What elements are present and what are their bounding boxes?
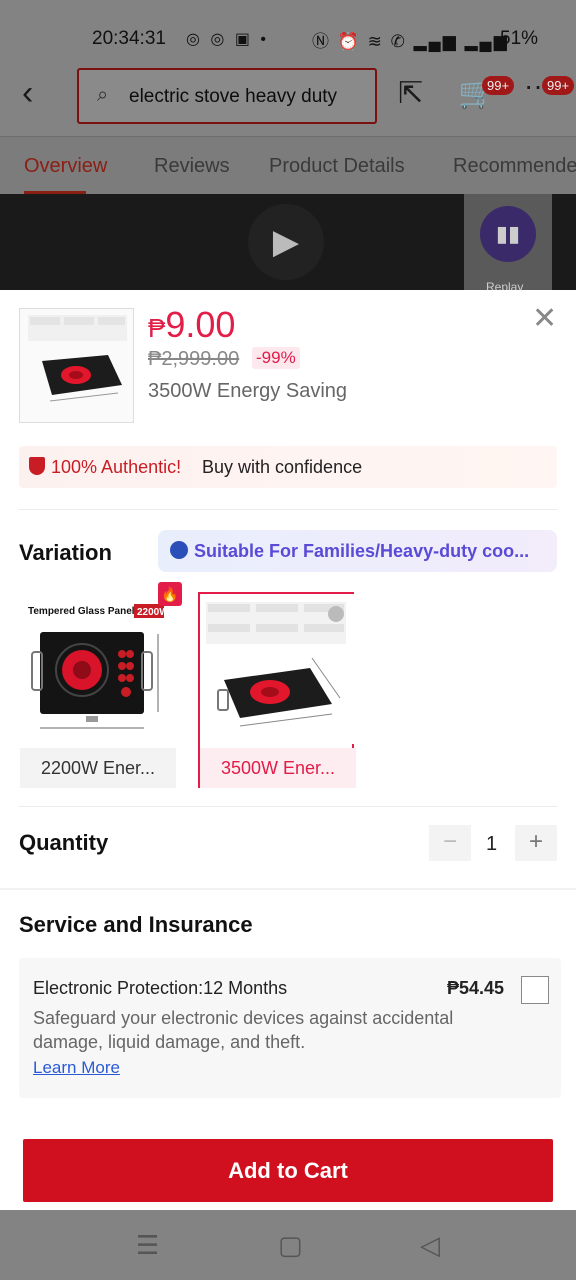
service-title: Service and Insurance (19, 912, 253, 937)
service-name: Electronic Protection:12 Months (33, 978, 288, 998)
service-option: Electronic Protection:12 Months ₱54.45 S… (19, 958, 561, 1098)
replay-panel[interactable]: ▮▮ Replay (464, 194, 552, 292)
currency-symbol: ₱ (148, 313, 166, 343)
tab-recommended[interactable]: Recommended (453, 155, 576, 178)
search-icon: ⌕ (97, 84, 109, 106)
variant-image-caption: Tempered Glass Panel (28, 606, 135, 617)
battery-level: 51% (500, 28, 539, 49)
price-value: 9.00 (165, 304, 236, 345)
fire-icon: 🔥 (158, 582, 182, 606)
search-query: electric stove heavy duty (129, 86, 338, 107)
quantity-value[interactable]: 1 (486, 833, 497, 856)
selected-variant-name: 3500W Energy Saving (148, 380, 348, 402)
divider (19, 806, 557, 807)
back-arrow-icon[interactable]: ‹ (22, 74, 33, 113)
variant-label: 2200W Ener... (20, 748, 176, 788)
product-thumbnail (19, 308, 134, 423)
learn-more-link[interactable]: Learn More (33, 1058, 120, 1078)
cooktop-image (28, 315, 127, 402)
suitable-text: Suitable For Families/Heavy-duty coo... (194, 541, 530, 561)
tab-overview[interactable]: Overview (24, 155, 107, 178)
current-price: ₱9.00 (148, 304, 235, 346)
share-icon[interactable]: ⇱ (398, 76, 423, 111)
discount-badge: -99% (252, 347, 300, 369)
menu-icon[interactable]: ☰ (136, 1230, 159, 1261)
variant-image: Tempered Glass Panel 2200W (20, 592, 176, 742)
service-checkbox[interactable] (521, 976, 549, 1004)
cooktop-image: Tempered Glass Panel 2200W (28, 604, 169, 729)
search-input[interactable]: ⌕ electric stove heavy duty (77, 68, 377, 124)
suitable-tag[interactable]: Suitable For Families/Heavy-duty coo... (158, 530, 557, 572)
product-video[interactable]: ▶ ▮▮ Replay (0, 194, 576, 292)
variant-option-2200w[interactable]: Tempered Glass Panel 2200W 2200W Ener... (20, 592, 176, 788)
quantity-increase-button[interactable]: + (515, 825, 557, 861)
variation-title: Variation (19, 540, 112, 565)
product-tabs: Overview Reviews Product Details Recomme… (0, 136, 576, 194)
close-icon[interactable]: ✕ (532, 304, 557, 334)
app-bar: ‹ ⌕ electric stove heavy duty ⇱ 🛒 99+ ··… (0, 62, 576, 136)
service-description: Safeguard your electronic devices agains… (33, 1008, 454, 1052)
quantity-label: Quantity (19, 830, 109, 855)
tab-reviews[interactable]: Reviews (154, 155, 230, 178)
back-triangle-icon[interactable]: ◁ (420, 1230, 440, 1261)
cart-badge: 99+ (482, 76, 515, 95)
tab-product-details[interactable]: Product Details (269, 155, 405, 178)
more-badge: 99+ (542, 76, 575, 95)
chart-bars-icon: ▮▮ (480, 206, 536, 262)
variant-option-3500w[interactable]: 3500W Ener... (198, 592, 356, 788)
quantity-decrease-button[interactable]: − (429, 825, 471, 861)
service-price: ₱54.45 (447, 978, 505, 998)
home-icon[interactable]: ▢ (278, 1230, 303, 1261)
notification-icons: ◎ ◎ ▣ • (186, 31, 269, 48)
authenticity-banner: 100% Authentic! Buy with confidence (19, 446, 557, 488)
variant-sheet: ₱9.00 ₱2,999.00 -99% 3500W Energy Saving… (0, 290, 576, 1210)
cooktop-image (206, 602, 346, 727)
variant-image (200, 594, 356, 744)
variant-label: 3500W Ener... (200, 748, 356, 788)
status-time: 20:34:31 (92, 28, 166, 49)
add-to-cart-button[interactable]: Add to Cart (23, 1139, 553, 1202)
system-icons: Ⓝ ⏰ ≋ ✆ ▂▄▆ ▂▄▆ (312, 32, 509, 51)
robot-icon (170, 541, 188, 559)
original-price: ₱2,999.00 (148, 348, 240, 370)
section-separator (0, 888, 576, 890)
authentic-highlight: 100% Authentic! (51, 457, 182, 477)
variant-image-tag: 2200W (137, 607, 169, 618)
authentic-text: Buy with confidence (202, 457, 363, 477)
shield-icon (29, 457, 45, 475)
play-icon[interactable]: ▶ (248, 204, 324, 280)
divider (19, 509, 557, 510)
system-nav-bar: ☰ ▢ ◁ (0, 1210, 576, 1280)
